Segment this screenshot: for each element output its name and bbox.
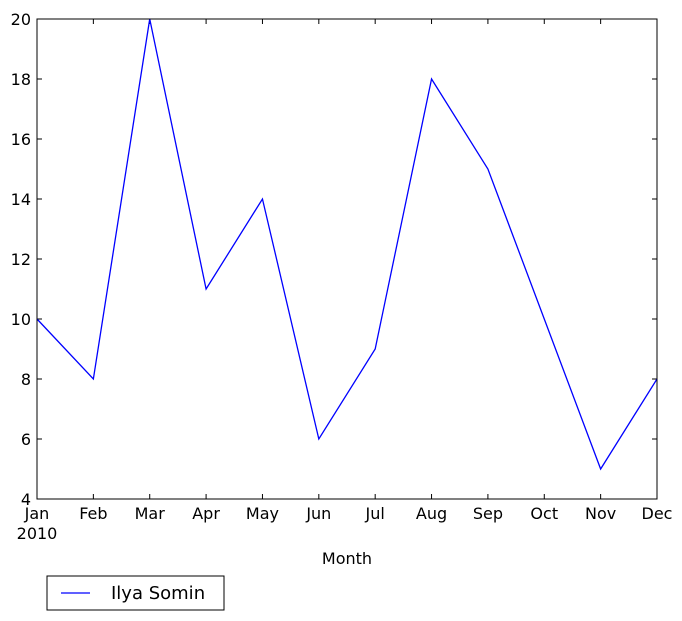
- x-tick-label: May: [246, 504, 279, 523]
- x-tick-label: Jun: [305, 504, 331, 523]
- x-axis-label: Month: [322, 549, 372, 568]
- x-tick-year-label: 2010: [17, 524, 58, 543]
- y-tick-label: 10: [11, 310, 31, 329]
- plot-frame: [36, 18, 658, 500]
- x-tick-label: Sep: [473, 504, 503, 523]
- x-tick-label: Nov: [585, 504, 616, 523]
- y-tick-label: 8: [21, 370, 31, 389]
- y-tick-label: 6: [21, 430, 31, 449]
- y-tick-label: 14: [11, 190, 31, 209]
- legend: Ilya Somin: [46, 575, 225, 611]
- series-line-ilya-somin: [36, 18, 658, 471]
- y-tick-label: 16: [11, 130, 31, 149]
- x-tick-label: Dec: [642, 504, 673, 523]
- line-chart: 468101214161820Jan Feb Mar Apr May Jun Jul Aug S…: [11, 10, 673, 611]
- ticks-group: [36, 18, 658, 500]
- x-tick-label: Jul: [365, 504, 385, 523]
- x-tick-label: Jan: [24, 504, 50, 523]
- x-tick-label: Aug: [416, 504, 447, 523]
- y-tick-label: 18: [11, 70, 31, 89]
- x-tick-label: Apr: [192, 504, 220, 523]
- legend-entry-label: Ilya Somin: [111, 583, 205, 604]
- x-tick-label: Oct: [530, 504, 558, 523]
- x-tick-label: Feb: [79, 504, 107, 523]
- y-tick-label: 12: [11, 250, 31, 269]
- x-tick-label: Mar: [135, 504, 166, 523]
- y-tick-label: 20: [11, 10, 31, 29]
